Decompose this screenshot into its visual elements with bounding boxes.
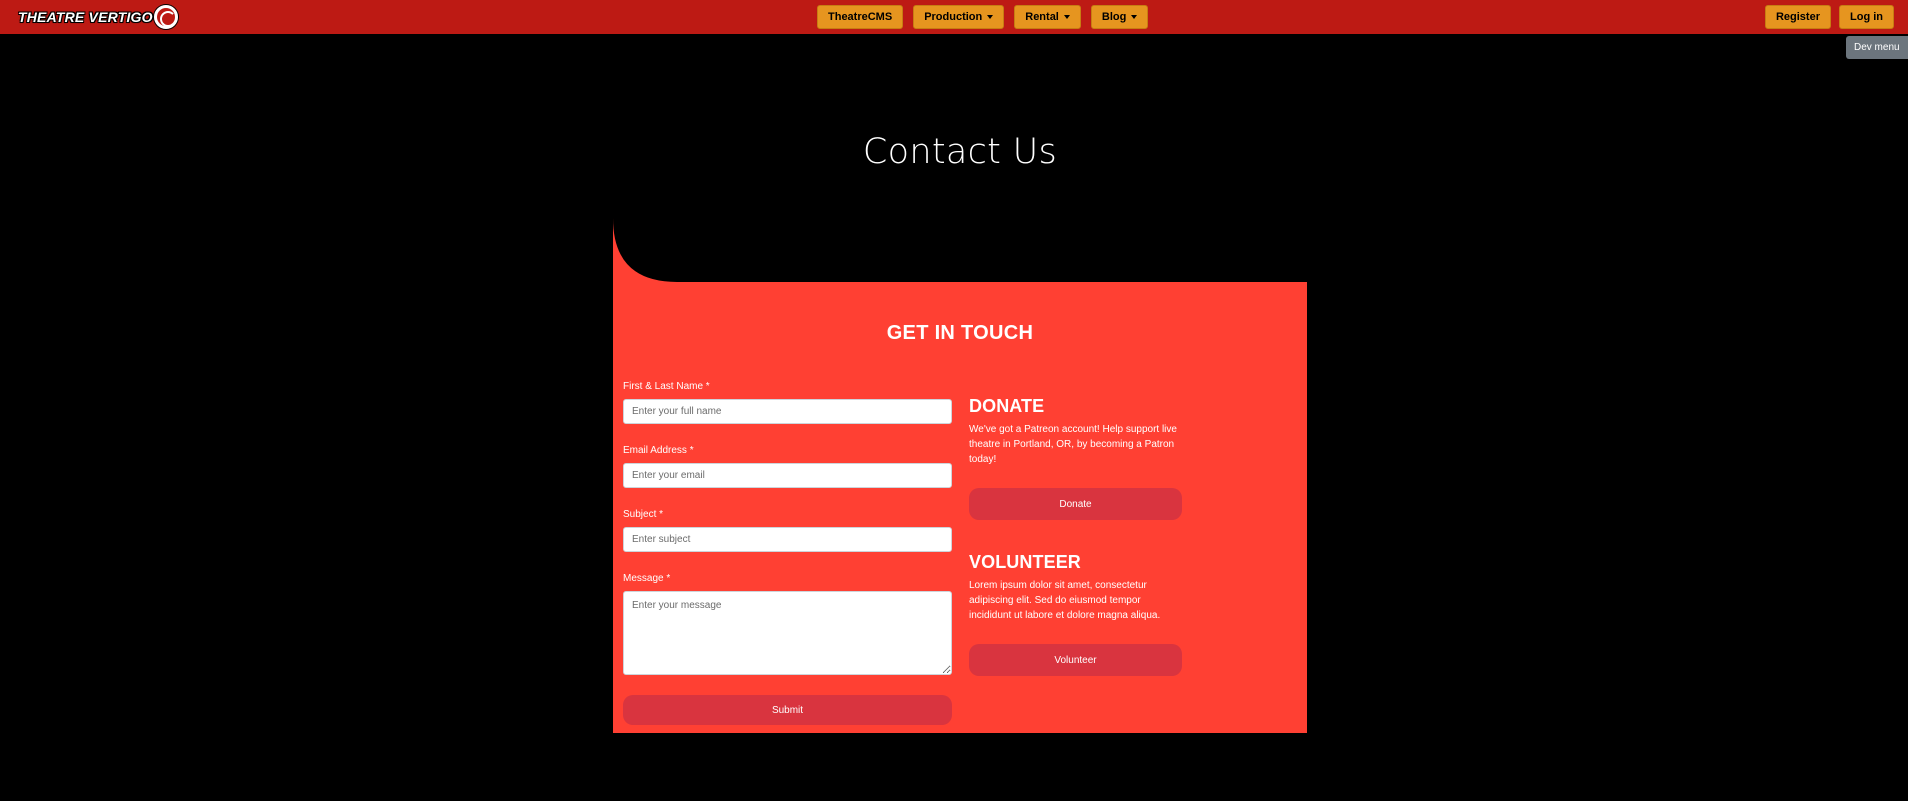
get-in-touch-heading: GET IN TOUCH bbox=[886, 322, 1034, 344]
volunteer-text: Lorem ipsum dolor sit amet, consectetur … bbox=[969, 580, 1161, 621]
volunteer-block: VOLUNTEER Lorem ipsum dolor sit amet, co… bbox=[969, 552, 1183, 676]
email-label: Email Address * bbox=[623, 445, 694, 456]
main-nav: TheatreCMS Production Rental Blog bbox=[817, 5, 1149, 29]
register-button[interactable]: Register bbox=[1764, 5, 1831, 29]
dev-menu-button[interactable]: Dev menu bbox=[1846, 36, 1908, 59]
caret-down-icon bbox=[1131, 15, 1138, 19]
logo-text: THEATRE VERTIGO bbox=[18, 9, 153, 25]
nav-theatrecms-label: TheatreCMS bbox=[828, 11, 893, 23]
submit-button[interactable]: Submit bbox=[623, 695, 952, 725]
email-input[interactable] bbox=[623, 463, 952, 488]
message-label: Message * bbox=[623, 573, 671, 584]
page-title: Contact Us bbox=[862, 132, 1058, 172]
top-navbar: THEATRE VERTIGO TheatreCMS Production Re… bbox=[0, 0, 1908, 34]
caret-down-icon bbox=[987, 15, 994, 19]
dev-menu-label: Dev menu bbox=[1854, 42, 1900, 53]
contact-form: First & Last Name * Email Address * Subj… bbox=[623, 381, 952, 725]
volunteer-button[interactable]: Volunteer bbox=[969, 644, 1182, 676]
volunteer-heading: VOLUNTEER bbox=[969, 552, 1081, 572]
logo-swirl-icon bbox=[153, 5, 178, 29]
side-panel: DONATE We've got a Patreon account! Help… bbox=[969, 396, 1183, 676]
nav-production-dropdown[interactable]: Production bbox=[913, 5, 1005, 29]
donate-button[interactable]: Donate bbox=[969, 488, 1182, 520]
donate-text: We've got a Patreon account! Help suppor… bbox=[969, 424, 1177, 465]
message-textarea[interactable] bbox=[623, 591, 952, 675]
register-label: Register bbox=[1775, 11, 1820, 23]
nav-blog-dropdown[interactable]: Blog bbox=[1090, 5, 1149, 29]
account-nav: Register Log in bbox=[1764, 5, 1894, 29]
card-curved-top bbox=[613, 218, 1307, 283]
login-button[interactable]: Log in bbox=[1839, 5, 1894, 29]
nav-production-label: Production bbox=[924, 11, 983, 23]
name-label: First & Last Name * bbox=[623, 381, 710, 392]
nav-rental-dropdown[interactable]: Rental bbox=[1014, 5, 1081, 29]
nav-blog-label: Blog bbox=[1101, 11, 1127, 23]
subject-input[interactable] bbox=[623, 527, 952, 552]
nav-theatrecms[interactable]: TheatreCMS bbox=[817, 5, 904, 29]
nav-rental-label: Rental bbox=[1025, 11, 1059, 23]
donate-heading: DONATE bbox=[969, 396, 1045, 416]
theatre-vertigo-logo[interactable]: THEATRE VERTIGO bbox=[18, 4, 178, 30]
login-label: Log in bbox=[1850, 11, 1883, 23]
name-input[interactable] bbox=[623, 399, 952, 424]
subject-label: Subject * bbox=[623, 509, 664, 520]
donate-block: DONATE We've got a Patreon account! Help… bbox=[969, 396, 1183, 520]
caret-down-icon bbox=[1063, 15, 1070, 19]
